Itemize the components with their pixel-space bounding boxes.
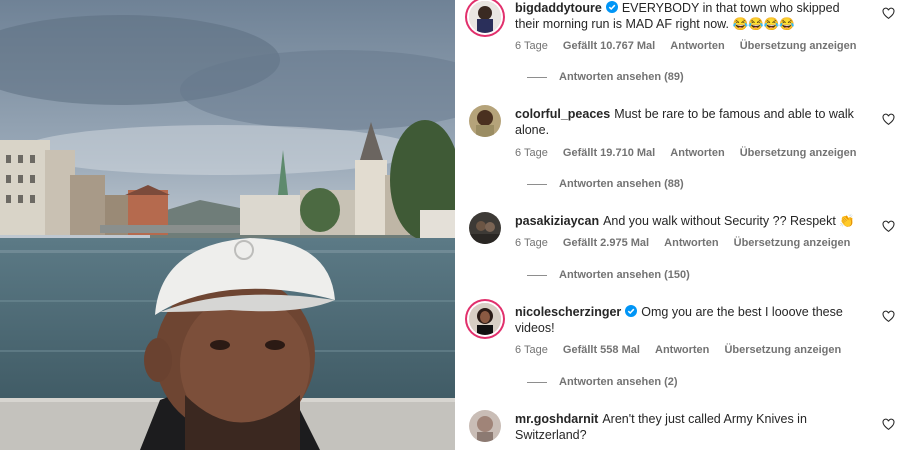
avatar-image: [469, 105, 501, 137]
view-replies-button[interactable]: Antworten ansehen (88): [527, 178, 684, 190]
post-video[interactable]: [0, 0, 455, 450]
reply-button[interactable]: Antworten: [670, 40, 724, 52]
translate-button[interactable]: Übersetzung anzeigen: [724, 344, 841, 356]
video-frame: [0, 0, 455, 450]
comment-text-block: bigdaddytoure EVERYBODY in that town who …: [515, 0, 863, 32]
heart-outline-icon[interactable]: [882, 418, 895, 431]
comment-likes[interactable]: Gefällt 10.767 Mal: [563, 40, 655, 52]
replies-divider: [527, 274, 547, 276]
translate-button[interactable]: Übersetzung anzeigen: [740, 40, 857, 52]
comment-body: And you walk without Security ?? Respekt…: [603, 214, 855, 228]
avatar[interactable]: [469, 410, 501, 442]
reply-button[interactable]: Antworten: [664, 237, 718, 249]
comment-likes[interactable]: Gefällt 558 Mal: [563, 344, 640, 356]
verified-badge-icon: [605, 1, 618, 13]
comment-text-block: pasakiziaycan And you walk without Securi…: [515, 213, 863, 229]
comment-username[interactable]: bigdaddytoure: [515, 1, 602, 15]
comment-time[interactable]: 6 Tage: [515, 237, 548, 249]
comment-username[interactable]: mr.goshdarnit: [515, 412, 598, 426]
avatar[interactable]: [469, 1, 501, 33]
translate-button[interactable]: Übersetzung anzeigen: [740, 147, 857, 159]
avatar[interactable]: [469, 105, 501, 137]
replies-divider: [527, 381, 547, 383]
heart-outline-icon[interactable]: [882, 7, 895, 20]
view-replies-button[interactable]: Antworten ansehen (2): [527, 376, 678, 388]
avatar-image: [469, 1, 501, 33]
heart-outline-icon[interactable]: [882, 310, 895, 323]
view-replies-button[interactable]: Antworten ansehen (89): [527, 71, 684, 83]
view-replies-label: Antworten ansehen (88): [559, 178, 684, 190]
verified-badge-icon: [625, 305, 638, 317]
replies-divider: [527, 76, 547, 78]
reply-button[interactable]: Antworten: [655, 344, 709, 356]
comment-likes[interactable]: Gefällt 19.710 Mal: [563, 147, 655, 159]
translate-button[interactable]: Übersetzung anzeigen: [734, 237, 851, 249]
avatar-image: [469, 410, 501, 442]
comment-meta: 6 Tage Gefällt 2.975 Mal Antworten Übers…: [515, 237, 862, 249]
view-replies-button[interactable]: Antworten ansehen (150): [527, 269, 690, 281]
comment-username[interactable]: colorful_peaces: [515, 107, 610, 121]
comment-username[interactable]: nicolescherzinger: [515, 305, 621, 319]
comment-text-block: nicolescherzinger Omg you are the best I …: [515, 304, 863, 336]
comment-meta: 6 Tage Gefällt 19.710 Mal Antworten Über…: [515, 147, 868, 159]
comment-meta: 6 Tage Gefällt 558 Mal Antworten Überset…: [515, 344, 853, 356]
replies-divider: [527, 183, 547, 185]
comment-likes[interactable]: Gefällt 2.975 Mal: [563, 237, 649, 249]
avatar-image: [469, 212, 501, 244]
view-replies-label: Antworten ansehen (2): [559, 376, 678, 388]
view-replies-label: Antworten ansehen (150): [559, 269, 690, 281]
comment-time[interactable]: 6 Tage: [515, 344, 548, 356]
comment-time[interactable]: 6 Tage: [515, 147, 548, 159]
heart-outline-icon[interactable]: [882, 220, 895, 233]
comment-username[interactable]: pasakiziaycan: [515, 214, 599, 228]
comments-panel: bigdaddytoure EVERYBODY in that town who …: [455, 0, 900, 450]
reply-button[interactable]: Antworten: [670, 147, 724, 159]
heart-outline-icon[interactable]: [882, 113, 895, 126]
avatar[interactable]: [469, 212, 501, 244]
comment-text-block: colorful_peaces Must be rare to be famous…: [515, 106, 863, 138]
view-replies-label: Antworten ansehen (89): [559, 71, 684, 83]
avatar[interactable]: [469, 303, 501, 335]
comment-text-block: mr.goshdarnit Aren't they just called Arm…: [515, 411, 863, 443]
avatar-image: [469, 303, 501, 335]
comment-meta: 6 Tage Gefällt 10.767 Mal Antworten Über…: [515, 40, 868, 52]
comment-time[interactable]: 6 Tage: [515, 40, 548, 52]
